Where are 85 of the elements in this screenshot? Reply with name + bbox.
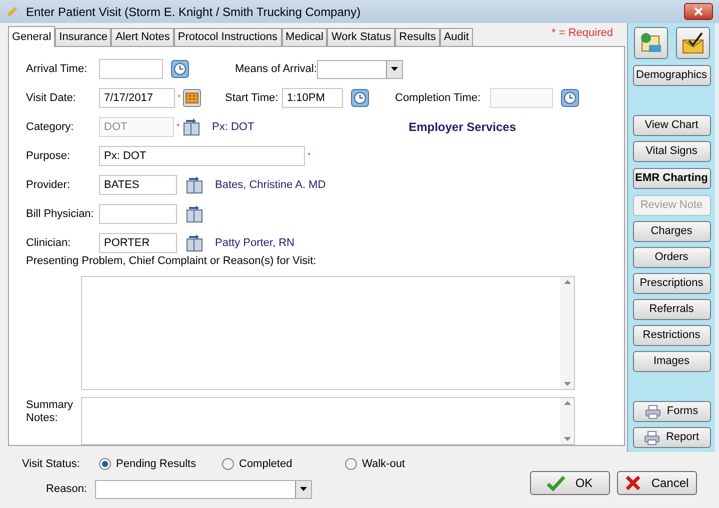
caret-icon: [390, 67, 398, 72]
lookup-icon[interactable]: [185, 175, 205, 196]
field-label: Means of Arrival:: [235, 62, 317, 78]
clock-icon[interactable]: [171, 60, 189, 78]
lookup-icon[interactable]: [185, 232, 205, 253]
calendar-icon[interactable]: [183, 89, 201, 108]
tab[interactable]: Medical: [282, 28, 328, 46]
tab[interactable]: Alert Notes: [111, 28, 174, 46]
printer-icon: [644, 404, 661, 418]
clock-icon[interactable]: [561, 89, 579, 108]
ok-button[interactable]: OK: [530, 471, 610, 495]
scroll-down-icon[interactable]: [564, 436, 570, 441]
required-mark: *: [307, 150, 311, 162]
side-button[interactable]: Forms: [632, 401, 710, 422]
side-button[interactable]: Images: [632, 351, 710, 372]
tab[interactable]: Work Status: [327, 28, 396, 46]
scroll-up-icon[interactable]: [564, 400, 570, 405]
close-icon: [694, 7, 703, 16]
field-label: Start Time:: [225, 91, 280, 106]
pencil-icon: [6, 6, 18, 18]
side-button[interactable]: Orders: [632, 247, 710, 268]
side-button[interactable]: EMR Charting: [632, 168, 710, 189]
radio-option[interactable]: Walk-out: [345, 456, 468, 472]
document-icon[interactable]: [634, 27, 668, 59]
text-field[interactable]: BATES: [99, 175, 177, 196]
side-button[interactable]: Report: [632, 427, 710, 448]
window-title: Enter Patient Visit (Storm E. Knight / Smith Trucking Company): [26, 4, 361, 20]
info-text: Bates, Christine A. MD: [215, 178, 326, 193]
tab[interactable]: Protocol Instructions: [174, 28, 282, 46]
summary-notes-label: Summary Notes:: [26, 398, 74, 426]
info-text: Patty Porter, RN: [215, 236, 294, 251]
scroll-up-icon[interactable]: [564, 280, 570, 284]
close-button[interactable]: [684, 3, 713, 20]
required-mark: *: [177, 92, 181, 104]
side-button[interactable]: Charges: [632, 221, 710, 242]
info-text: Px: DOT: [212, 120, 254, 136]
text-field[interactable]: PORTER: [99, 232, 177, 253]
reason-label: Reason:: [45, 482, 88, 497]
caret-icon: [300, 487, 307, 491]
lookup-icon[interactable]: [185, 204, 205, 224]
employer-services-label: Employer Services: [408, 119, 516, 136]
side-button[interactable]: Prescriptions: [632, 273, 710, 294]
required-note: * = Required: [552, 26, 613, 41]
text-field[interactable]: [99, 59, 163, 80]
text-field[interactable]: 1:10PM: [282, 88, 343, 108]
side-button[interactable]: View Chart: [632, 115, 710, 136]
field-label: Bill Physician:: [26, 206, 95, 222]
field-label: Category:: [26, 120, 75, 136]
reason-dropdown[interactable]: [95, 480, 312, 498]
printer-icon: [644, 430, 660, 444]
tab[interactable]: Insurance: [55, 28, 112, 46]
clock-icon[interactable]: [351, 89, 369, 108]
lookup-icon[interactable]: [182, 117, 202, 138]
text-field[interactable]: [99, 204, 177, 224]
radio-button[interactable]: [345, 458, 357, 470]
summary-notes-field[interactable]: [81, 396, 575, 445]
radio-button[interactable]: [222, 458, 234, 470]
radio-option[interactable]: Pending Results: [99, 456, 222, 472]
envelope-check-icon[interactable]: [676, 27, 710, 59]
radio-button[interactable]: [99, 458, 111, 470]
field-label: Purpose:: [26, 148, 72, 164]
field-label: Visit Date:: [26, 91, 77, 106]
side-button[interactable]: Demographics: [632, 65, 710, 86]
presenting-problem-field[interactable]: [81, 276, 575, 390]
tab[interactable]: General: [8, 26, 56, 47]
cancel-button[interactable]: Cancel: [617, 471, 697, 495]
field-label: Completion Time:: [395, 91, 482, 106]
visit-status-label: Visit Status:: [22, 456, 81, 472]
text-field[interactable]: Px: DOT: [99, 146, 305, 166]
side-button[interactable]: Restrictions: [632, 325, 710, 346]
side-button[interactable]: Referrals: [632, 299, 710, 320]
required-mark: *: [176, 121, 180, 134]
dropdown-field[interactable]: [316, 60, 403, 79]
tab[interactable]: Audit: [440, 28, 473, 46]
side-button[interactable]: Vital Signs: [632, 141, 710, 162]
field-label: Arrival Time:: [26, 62, 88, 78]
field-label: Clinician:: [26, 236, 72, 251]
scroll-down-icon[interactable]: [564, 382, 570, 386]
radio-option[interactable]: Completed: [222, 456, 345, 472]
field-label: Provider:: [26, 178, 72, 193]
checkmark-icon: [547, 475, 566, 491]
presenting-problem-label: Presenting Problem, Chief Complaint or Reason(s) for Visit:: [26, 254, 318, 270]
text-field[interactable]: 7/17/2017: [99, 88, 175, 108]
close-icon: [625, 475, 642, 491]
tab[interactable]: Results: [395, 28, 440, 46]
